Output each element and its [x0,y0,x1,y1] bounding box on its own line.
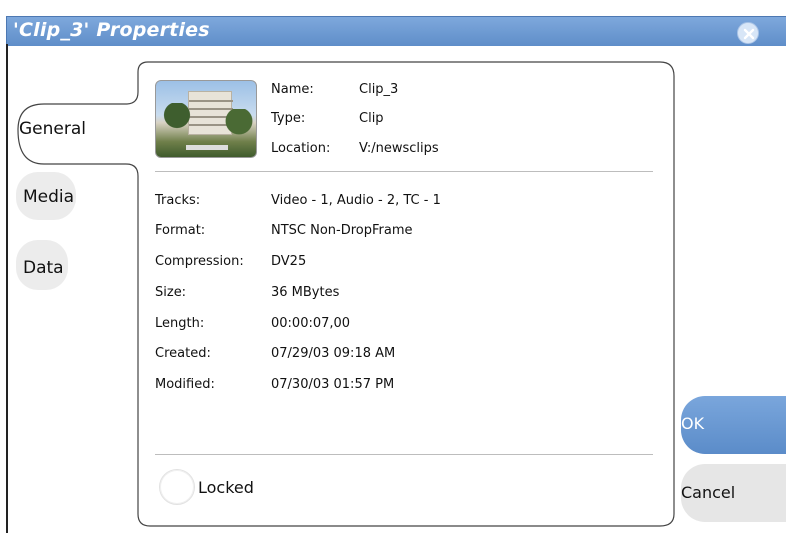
size-label: Size: [155,285,187,300]
type-label: Type: [271,111,306,126]
location-value: V:/newsclips [359,141,439,156]
properties-dialog: 'Clip_3' Properties General Media Data N… [0,0,786,533]
clip-thumbnail [155,80,257,158]
tracks-value: Video - 1, Audio - 2, TC - 1 [271,193,441,208]
name-label: Name: [271,82,314,97]
ok-button[interactable]: OK [681,396,786,454]
tab-general-label: General [19,119,86,139]
length-value: 00:00:07,00 [271,316,351,331]
ok-button-label: OK [681,414,705,433]
modified-value: 07/30/03 01:57 PM [271,377,395,392]
type-value: Clip [359,111,384,126]
length-label: Length: [155,316,205,331]
tracks-label: Tracks: [155,193,201,208]
compression-label: Compression: [155,254,244,269]
tab-general[interactable]: General [18,104,138,162]
created-value: 07/29/03 09:18 AM [271,346,396,361]
name-value: Clip_3 [359,82,399,97]
tab-data-label: Data [23,258,64,278]
locked-toggle[interactable] [159,469,195,505]
tab-media[interactable]: Media [14,170,84,222]
header-divider [155,171,653,172]
cancel-button-label: Cancel [681,483,736,502]
compression-value: DV25 [271,254,307,269]
footer-divider [155,454,653,455]
format-label: Format: [155,223,206,238]
format-value: NTSC Non-DropFrame [271,223,413,238]
modified-label: Modified: [155,377,215,392]
created-label: Created: [155,346,211,361]
cancel-button[interactable]: Cancel [681,464,786,522]
location-label: Location: [271,141,331,156]
tab-media-label: Media [23,187,75,207]
locked-label: Locked [198,478,254,497]
size-value: 36 MBytes [271,285,340,300]
tab-data[interactable]: Data [14,238,84,292]
